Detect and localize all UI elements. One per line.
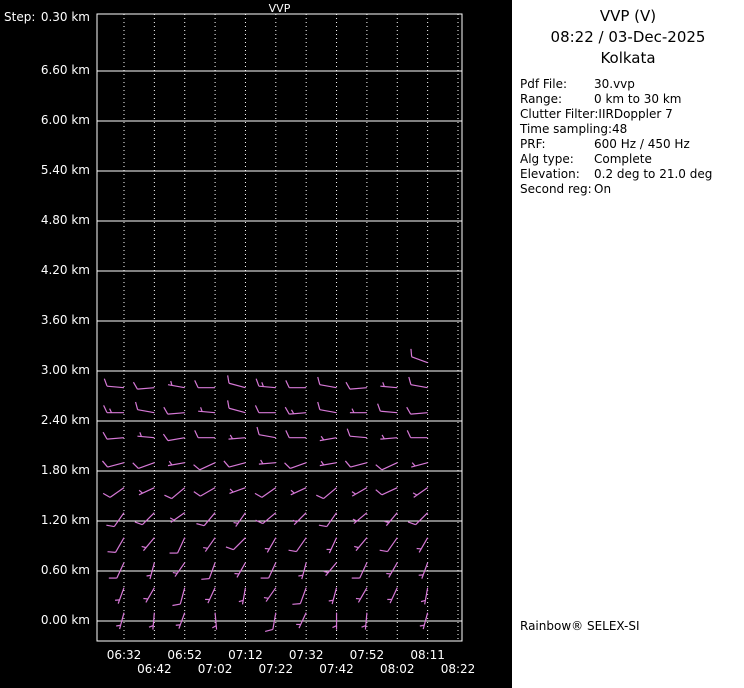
info-row: Clutter Filter:IIRDoppler 7 — [520, 107, 744, 122]
info-row: Alg type: Complete — [520, 152, 744, 167]
y-axis-label: 4.80 km — [40, 213, 90, 227]
info-row: Time sampling:48 — [520, 122, 744, 137]
info-row: Pdf File: 30.vvp — [520, 77, 744, 92]
x-axis-label: 06:52 — [167, 648, 203, 662]
info-row: PRF: 600 Hz / 450 Hz — [520, 137, 744, 152]
info-label: Range: — [520, 92, 563, 106]
info-row: Elevation: 0.2 deg to 21.0 deg — [520, 167, 744, 182]
info-row: Range: 0 km to 30 km — [520, 92, 744, 107]
info-value: 30.vvp — [594, 77, 635, 91]
x-axis-label: 08:22 — [440, 662, 476, 676]
info-value: IIRDoppler 7 — [598, 107, 673, 121]
info-label: Second reg: — [520, 182, 592, 196]
y-axis-label: 3.00 km — [40, 363, 90, 377]
info-value: 0.2 deg to 21.0 deg — [594, 167, 713, 181]
info-label: Alg type: — [520, 152, 574, 166]
x-axis-label: 08:11 — [410, 648, 445, 662]
y-axis-label: 2.40 km — [40, 413, 90, 427]
info-value: 0 km to 30 km — [594, 92, 682, 106]
y-axis-label: 1.80 km — [40, 463, 90, 477]
y-axis-label: 6.00 km — [40, 113, 90, 127]
info-rows: Pdf File: 30.vvp Range: 0 km to 30 km Clut… — [520, 77, 744, 197]
x-axis-label: 07:12 — [228, 648, 263, 662]
info-panel: VVP (V) 08:22 / 03-Dec-2025 Kolkata Pdf … — [512, 0, 744, 688]
info-label: Clutter Filter: — [520, 107, 599, 121]
y-axis-label: 4.20 km — [40, 263, 90, 277]
x-axis-label: 07:52 — [349, 648, 385, 662]
y-axis-label: 3.60 km — [40, 313, 90, 327]
x-axis-label: 07:22 — [258, 662, 294, 676]
brand-footer: Rainbow® SELEX-SI — [520, 619, 640, 633]
info-value: 600 Hz / 450 Hz — [594, 137, 690, 151]
x-axis-label: 08:02 — [379, 662, 415, 676]
y-axis-label: 0.00 km — [40, 613, 90, 627]
info-label: Pdf File: — [520, 77, 568, 91]
y-axis-label: 1.20 km — [40, 513, 90, 527]
y-axis-label: 6.60 km — [40, 63, 90, 77]
info-value: On — [594, 182, 612, 196]
wind-profile-chart — [96, 13, 463, 642]
x-axis-label: 07:32 — [288, 648, 324, 662]
y-axis-label: 5.40 km — [40, 163, 90, 177]
info-label: Elevation: — [520, 167, 580, 181]
x-axis-label: 06:42 — [137, 662, 172, 676]
info-label: Time sampling: — [520, 122, 613, 136]
panel-datetime: 08:22 / 03-Dec-2025 — [550, 28, 706, 46]
x-axis-label: 07:42 — [319, 662, 354, 676]
info-value: Complete — [594, 152, 652, 166]
x-axis-label: 07:02 — [197, 662, 233, 676]
vvp-app-window: VVP Step: 0.30 km 6.60 km 6.00 km 5.40 km 4… — [0, 0, 744, 688]
panel-title: VVP (V) — [599, 7, 657, 25]
info-value: 48 — [612, 122, 628, 136]
panel-site: Kolkata — [600, 49, 656, 67]
y-axis-label: 0.60 km — [40, 563, 90, 577]
x-axis-label: 06:32 — [106, 648, 142, 662]
info-row: Second reg: On — [520, 182, 744, 197]
info-label: PRF: — [520, 137, 546, 151]
